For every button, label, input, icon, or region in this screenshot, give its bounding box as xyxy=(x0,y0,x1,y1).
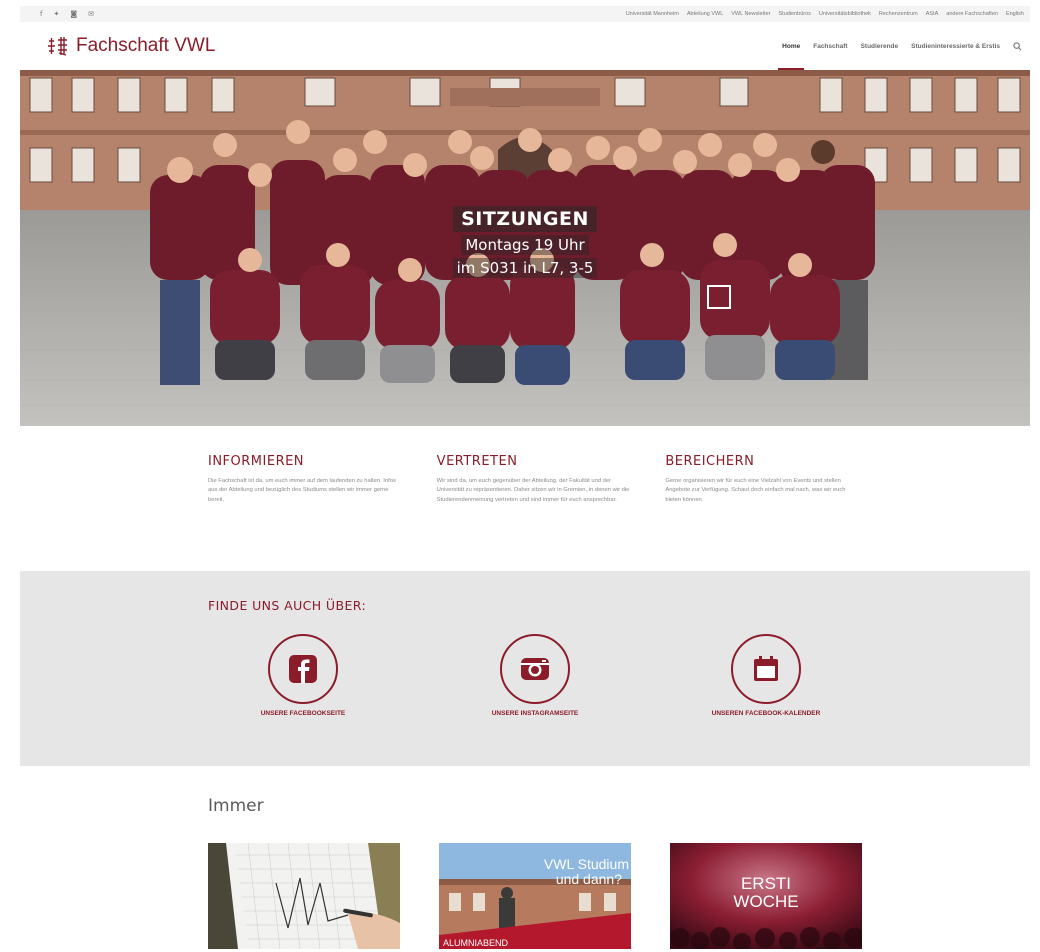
column-text: Wir sind da, um euch gegenüber der Abtei… xyxy=(436,478,630,503)
toplink-newsletter[interactable]: VWL Newsletter xyxy=(731,11,770,17)
toplink-asta[interactable]: AStA xyxy=(926,11,939,17)
main-nav: Home Fachschaft Studierende Studieninter… xyxy=(778,22,1022,70)
toplink-bibliothek[interactable]: Universitätsbibliothek xyxy=(819,11,871,17)
column-title: INFORMIEREN xyxy=(208,454,305,469)
site-header: Fachschaft VWL Home Fachschaft Studieren… xyxy=(20,22,1030,70)
card-erstiwoche[interactable]: ERSTI WOCHE xyxy=(670,843,862,949)
card-vwl-image xyxy=(208,843,400,949)
hero-line-time: Montags 19 Uhr xyxy=(461,235,589,255)
intro-columns: INFORMIEREN Die Fachschaft ist da, um eu… xyxy=(208,454,858,505)
card-vwl[interactable] xyxy=(208,843,400,949)
hero-banner: SITZUNGEN Montags 19 Uhr im S031 in L7, … xyxy=(20,70,1030,426)
twitter-icon[interactable]: ✦ xyxy=(53,10,59,18)
hero-caption: SITZUNGEN Montags 19 Uhr im S031 in L7, … xyxy=(20,206,1030,278)
toplink-abteilung[interactable]: Abteilung VWL xyxy=(687,11,723,17)
logo-icon xyxy=(48,37,67,56)
column-bereichern: BEREICHERN Gerne organisieren wir für eu… xyxy=(665,454,858,505)
calendar-link[interactable]: UNSEREN FACEBOOK-KALENDER xyxy=(686,634,846,717)
calendar-circle[interactable] xyxy=(731,634,801,704)
card-heading-1: ERSTI xyxy=(741,874,791,893)
facebook-icon[interactable]: f xyxy=(40,10,42,18)
instagram-link[interactable]: UNSERE INSTAGRAMSEITE xyxy=(455,634,615,717)
social-links: f ✦ ◙ ✉ xyxy=(40,10,94,18)
card-heading-2: und dann? xyxy=(556,871,622,887)
logo-text: Fachschaft VWL xyxy=(76,35,216,56)
column-informieren: INFORMIEREN Die Fachschaft ist da, um eu… xyxy=(208,454,401,505)
instagram-icon[interactable]: ◙ xyxy=(70,10,77,18)
instagram-icon xyxy=(521,658,549,680)
top-links: Universität Mannheim Abteilung VWL VWL N… xyxy=(626,11,1024,17)
card-alumniabend[interactable]: VWL Studium und dann? ALUMNIABEND xyxy=(439,843,631,949)
toplink-studienbueros[interactable]: Studienbüros xyxy=(779,11,811,17)
facebook-link[interactable]: UNSERE FACEBOOKSEITE xyxy=(223,634,383,717)
card-heading-1: VWL Studium xyxy=(544,856,629,872)
toplink-fachschaften[interactable]: andere Fachschaften xyxy=(946,11,998,17)
column-text: Gerne organisieren wir für euch eine Vie… xyxy=(665,478,846,503)
site-logo[interactable]: Fachschaft VWL xyxy=(46,35,215,57)
search-icon[interactable] xyxy=(1013,41,1022,51)
card-alumniabend-image: VWL Studium und dann? ALUMNIABEND xyxy=(439,843,631,949)
card-erstiwoche-image: ERSTI WOCHE xyxy=(670,843,862,949)
social-band: FINDE UNS AUCH ÜBER: UNSERE FACEBOOKSEIT… xyxy=(20,571,1030,766)
toplink-uni[interactable]: Universität Mannheim xyxy=(626,11,679,17)
column-text: Die Fachschaft ist da, um euch immer auf… xyxy=(208,478,396,503)
instagram-circle[interactable] xyxy=(500,634,570,704)
calendar-label[interactable]: UNSEREN FACEBOOK-KALENDER xyxy=(686,710,846,717)
column-vertreten: VERTRETEN Wir sind da, um euch gegenüber… xyxy=(437,454,630,505)
hero-title: SITZUNGEN xyxy=(453,206,597,232)
facebook-icon xyxy=(289,655,317,683)
nav-item-studierende[interactable]: Studierende xyxy=(861,22,899,70)
facebook-label[interactable]: UNSERE FACEBOOKSEITE xyxy=(223,710,383,717)
column-title: VERTRETEN xyxy=(436,454,518,469)
hero-line-room: im S031 in L7, 3-5 xyxy=(452,258,598,278)
top-bar: f ✦ ◙ ✉ Universität Mannheim Abteilung V… xyxy=(20,6,1030,22)
nav-item-fachschaft[interactable]: Fachschaft xyxy=(813,22,847,70)
card-heading-2: WOCHE xyxy=(733,892,798,911)
instagram-label[interactable]: UNSERE INSTAGRAMSEITE xyxy=(455,710,615,717)
nav-item-studieninteressierte[interactable]: Studieninteressierte & Erstis xyxy=(911,22,1000,70)
column-title: BEREICHERN xyxy=(665,454,755,469)
card-caption: ALUMNIABEND xyxy=(443,938,509,948)
facebook-circle[interactable] xyxy=(268,634,338,704)
mail-icon[interactable]: ✉ xyxy=(88,10,94,18)
calendar-icon xyxy=(754,656,778,681)
nav-item-home[interactable]: Home xyxy=(778,22,805,70)
immer-title: Immer xyxy=(208,796,264,816)
toplink-english[interactable]: English xyxy=(1006,11,1024,17)
social-band-title: FINDE UNS AUCH ÜBER: xyxy=(208,598,367,613)
toplink-rechenzentrum[interactable]: Rechenzentrum xyxy=(879,11,918,17)
